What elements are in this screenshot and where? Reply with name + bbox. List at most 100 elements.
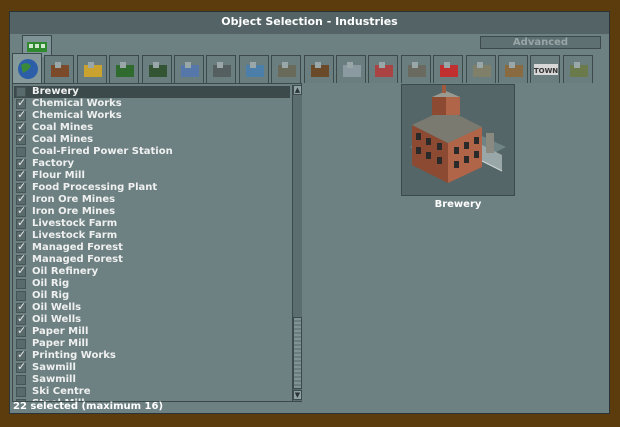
- advanced-button[interactable]: Advanced: [480, 36, 601, 49]
- bridge-icon: [407, 62, 426, 77]
- object-name: Oil Rig: [32, 278, 70, 289]
- checkmark-icon: ✓: [17, 132, 27, 145]
- list-item[interactable]: ✓ Livestock Farm: [14, 229, 290, 242]
- list-item[interactable]: Brewery: [14, 86, 290, 98]
- wall-icon: [505, 62, 523, 77]
- tab-trees[interactable]: [109, 55, 140, 83]
- airport-icon: [181, 62, 199, 77]
- object-preview: [401, 84, 515, 196]
- list-item[interactable]: ✓ Coal Mines: [14, 121, 290, 134]
- window-title[interactable]: Object Selection - Industries: [10, 12, 609, 34]
- list-item[interactable]: ✓ Livestock Farm: [14, 217, 290, 230]
- object-name: Food Processing Plant: [32, 182, 158, 193]
- preview-object-name: Brewery: [434, 199, 482, 210]
- object-name: Oil Wells: [32, 302, 82, 313]
- tab-track[interactable]: [303, 55, 334, 83]
- tab-climate[interactable]: [76, 55, 107, 83]
- tab-signal-posts[interactable]: [465, 55, 496, 83]
- object-name: Factory: [32, 158, 75, 169]
- object-list-panel: Brewery ✓ Chemical Works ✓ Chemical Works ✓ Co…: [12, 83, 302, 402]
- object-checkbox[interactable]: [16, 375, 26, 385]
- list-item[interactable]: Sawmill: [14, 374, 290, 386]
- tab-signals[interactable]: [336, 55, 366, 83]
- object-name: Brewery: [32, 86, 79, 97]
- tab-terrain[interactable]: [562, 55, 593, 83]
- checkmark-icon: ✓: [17, 324, 27, 337]
- track-icon: [310, 62, 329, 77]
- list-scrollbar[interactable]: ▲ ▼: [292, 85, 302, 401]
- list-item[interactable]: Paper Mill: [14, 338, 290, 350]
- list-item[interactable]: ✓ Oil Wells: [14, 313, 290, 326]
- tab-roads[interactable]: [206, 55, 237, 83]
- tab-town-names[interactable]: TOWN: [530, 55, 561, 83]
- selection-status: 22 selected (maximum 16): [13, 401, 164, 412]
- object-name: Oil Wells: [32, 314, 82, 325]
- list-item[interactable]: ✓ Sawmill: [14, 360, 290, 374]
- tab-airports[interactable]: [174, 55, 204, 83]
- list-item[interactable]: Oil Rig: [14, 290, 290, 302]
- list-item[interactable]: ✓ Paper Mill: [14, 324, 290, 338]
- object-name: Managed Forest: [32, 254, 123, 265]
- list-item[interactable]: ✓ Iron Ore Mines: [14, 193, 290, 206]
- object-name: Oil Refinery: [32, 266, 99, 277]
- list-item[interactable]: ✓ Chemical Works: [14, 109, 290, 122]
- water-icon: [245, 62, 264, 77]
- buildings-icon: [51, 62, 70, 77]
- object-name: Coal-Fired Power Station: [32, 146, 173, 157]
- list-item[interactable]: ✓ Oil Refinery: [14, 265, 290, 278]
- road-vehicle-icon: [278, 62, 297, 77]
- game-background: Object Selection - Industries Advanced T…: [0, 0, 620, 427]
- list-item[interactable]: Coal-Fired Power Station: [14, 146, 290, 158]
- tab-walls[interactable]: [498, 55, 528, 83]
- object-name: Sawmill: [32, 374, 76, 385]
- brewery-building-image: [402, 85, 514, 195]
- object-name: Coal Mines: [32, 134, 94, 145]
- object-selection-window: Object Selection - Industries Advanced T…: [9, 11, 610, 414]
- industry-icon: [18, 59, 38, 79]
- tab-bridges[interactable]: [400, 55, 431, 83]
- object-name: Flour Mill: [32, 170, 85, 181]
- list-item[interactable]: ✓ Managed Forest: [14, 241, 290, 254]
- list-item[interactable]: ✓ Printing Works: [14, 349, 290, 362]
- object-name: Livestock Farm: [32, 230, 118, 241]
- trees-icon: [116, 62, 135, 77]
- list-item[interactable]: ✓ Food Processing Plant: [14, 181, 290, 194]
- tab-people[interactable]: [368, 55, 399, 83]
- tab-buildings[interactable]: [44, 55, 75, 83]
- scroll-down-button[interactable]: ▼: [293, 390, 302, 400]
- object-list[interactable]: Brewery ✓ Chemical Works ✓ Chemical Works ✓ Co…: [14, 86, 290, 401]
- tab-road-vehicles[interactable]: [271, 55, 302, 83]
- signal-post-icon: [472, 62, 491, 77]
- list-item[interactable]: ✓ Iron Ore Mines: [14, 205, 290, 218]
- people-icon: [375, 62, 394, 77]
- checkmark-icon: ✓: [17, 360, 27, 373]
- object-name: Coal Mines: [32, 122, 94, 133]
- list-item[interactable]: ✓ Chemical Works: [14, 97, 290, 110]
- list-item[interactable]: ✓ Managed Forest: [14, 253, 290, 266]
- object-name: Paper Mill: [32, 338, 89, 349]
- tab-industries[interactable]: [12, 53, 42, 83]
- object-name: Paper Mill: [32, 326, 89, 337]
- road-icon: [213, 62, 232, 77]
- sun-cloud-icon: [83, 62, 102, 77]
- object-name: Iron Ore Mines: [32, 206, 116, 217]
- town-sign-icon: TOWN: [534, 64, 559, 75]
- object-name: Chemical Works: [32, 98, 122, 109]
- object-checkbox[interactable]: [16, 387, 26, 397]
- list-item[interactable]: Oil Rig: [14, 278, 290, 290]
- list-item[interactable]: ✓ Factory: [14, 157, 290, 170]
- tab-water[interactable]: [238, 55, 269, 83]
- object-name: Printing Works: [32, 350, 116, 361]
- scroll-up-button[interactable]: ▲: [293, 85, 302, 95]
- list-item[interactable]: ✓ Oil Wells: [14, 301, 290, 314]
- object-checkbox[interactable]: [16, 279, 26, 289]
- tab-vehicles[interactable]: [141, 55, 172, 83]
- category-tabs: TOWN: [12, 53, 609, 83]
- scroll-thumb[interactable]: [293, 317, 302, 389]
- object-name: Iron Ore Mines: [32, 194, 116, 205]
- list-item[interactable]: ✓ Flour Mill: [14, 169, 290, 182]
- object-name: Sawmill: [32, 362, 76, 373]
- list-item[interactable]: Ski Centre: [14, 386, 290, 398]
- list-item[interactable]: ✓ Coal Mines: [14, 132, 290, 146]
- tab-crossing[interactable]: [433, 55, 464, 83]
